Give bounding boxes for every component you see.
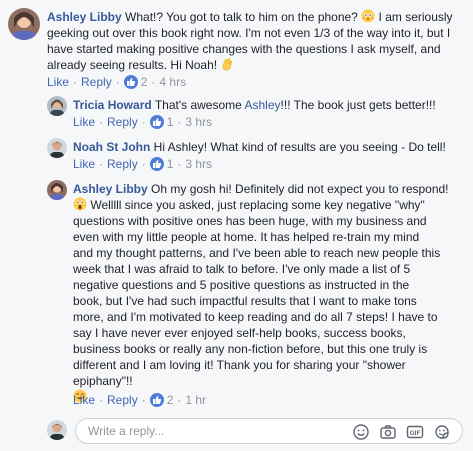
comment-text: !!! The book just gets better!!! (280, 98, 436, 112)
reaction-count[interactable]: 2 (167, 392, 174, 408)
sticker-icon[interactable] (433, 423, 451, 441)
comment-text-line: different and I am loving it! Thank you … (73, 358, 406, 372)
flushed-emoji-icon (361, 9, 375, 23)
gif-icon[interactable]: GIF (406, 423, 424, 441)
avatar-ashley-libby[interactable] (47, 180, 67, 200)
like-button[interactable]: Like (47, 74, 69, 90)
comment-actions: Like · Reply · 1 · 3 hrs (73, 114, 212, 130)
comment-text-line: say I have never ever enjoyed self-help … (73, 326, 406, 340)
separator-dot: · (141, 393, 146, 407)
comment-author[interactable]: Tricia Howard (73, 98, 152, 112)
comment-actions: Like · Reply · 1 · 3 hrs (73, 156, 212, 172)
comment-text-line: Oh my gosh hi! Definitely did not expect… (147, 182, 449, 196)
separator-dot: · (141, 115, 146, 129)
like-button[interactable]: Like (73, 156, 95, 172)
reply-button[interactable]: Reply (107, 392, 138, 408)
separator-dot: · (73, 75, 78, 89)
comment-text-line: have started making positive changes wit… (47, 42, 441, 56)
separator-dot: · (99, 115, 104, 129)
comment-text-line: and my thought patterns, and I've been a… (73, 246, 441, 260)
comment-author[interactable]: Ashley Libby (73, 182, 148, 196)
comment-text: That's awesome (151, 98, 245, 112)
comment-text-line: business books or really any non-fiction… (73, 342, 428, 356)
astonished-emoji-icon (73, 197, 87, 211)
reply-button[interactable]: Reply (107, 114, 138, 130)
avatar-current-user[interactable] (47, 420, 67, 440)
timestamp[interactable]: 1 hr (185, 392, 206, 408)
avatar-noah-st-john[interactable] (47, 138, 67, 158)
comment-text-line: week that I was afraid to talk to before… (73, 262, 411, 276)
avatar-image (8, 8, 40, 40)
avatar-image (47, 138, 67, 158)
comment-text-line: questions with positive ones has been hu… (73, 214, 427, 228)
reaction-count[interactable]: 1 (167, 114, 174, 130)
comment-actions: Like · Reply · 2 · 1 hr (73, 392, 206, 408)
separator-dot: · (177, 157, 182, 171)
svg-text:GIF: GIF (410, 430, 421, 437)
reply-button[interactable]: Reply (81, 74, 112, 90)
comment-text-line: epiphany"!! (73, 374, 133, 388)
smiley-icon[interactable] (352, 423, 370, 441)
separator-dot: · (151, 75, 156, 89)
avatar-image (47, 180, 67, 200)
separator-dot: · (99, 157, 104, 171)
thumbs-up-icon[interactable] (149, 157, 164, 171)
separator-dot: · (115, 75, 120, 89)
comment-text-line: negative questions and 5 positive questi… (73, 278, 410, 292)
timestamp[interactable]: 4 hrs (159, 74, 186, 90)
comment-text-line: book, but I've had such impactful result… (73, 294, 417, 308)
comment-text-line: already seeing results. Hi Noah! (47, 58, 221, 72)
separator-dot: · (177, 393, 182, 407)
reaction-count[interactable]: 1 (167, 156, 174, 172)
separator-dot: · (99, 393, 104, 407)
reply-placeholder: Write a reply... (88, 424, 165, 438)
separator-dot: · (141, 157, 146, 171)
comment-text-line: more, and I'm motivated to keep reading … (73, 310, 438, 324)
thumbs-up-icon[interactable] (149, 393, 164, 407)
separator-dot: · (177, 115, 182, 129)
timestamp[interactable]: 3 hrs (185, 156, 212, 172)
avatar-tricia-howard[interactable] (47, 96, 67, 116)
timestamp[interactable]: 3 hrs (185, 114, 212, 130)
comment-text-line: geeking out over this book right now. I'… (47, 26, 451, 40)
comment-text-line: I am seriously (375, 10, 453, 24)
comment-body: Ashley Libby Oh my gosh hi! Definitely d… (73, 181, 468, 405)
mention-link[interactable]: Ashley (245, 98, 281, 112)
reply-button[interactable]: Reply (107, 156, 138, 172)
comment-actions: Like · Reply · 2 · 4 hrs (47, 74, 186, 90)
avatar-image (47, 96, 67, 116)
avatar-ashley-libby[interactable] (8, 8, 40, 40)
comment-author[interactable]: Noah St John (73, 140, 150, 154)
comment-body: Tricia Howard That's awesome Ashley!!! T… (73, 97, 468, 113)
comment-body: Noah St John Hi Ashley! What kind of res… (73, 139, 468, 155)
comment-text-line: What!? You got to talk to him on the pho… (121, 10, 362, 24)
comment-body: Ashley Libby What!? You got to talk to h… (47, 9, 467, 73)
thumbs-up-icon[interactable] (149, 115, 164, 129)
reply-input[interactable]: Write a reply... GIF (75, 418, 463, 444)
reaction-count[interactable]: 2 (141, 74, 148, 90)
like-button[interactable]: Like (73, 114, 95, 130)
comment-author[interactable]: Ashley Libby (47, 10, 122, 24)
camera-icon[interactable] (379, 423, 397, 441)
like-button[interactable]: Like (73, 392, 95, 408)
waving-hand-emoji-icon (220, 57, 234, 71)
comment-text-line: even with my little people at home. It h… (73, 230, 420, 244)
avatar-image (47, 420, 67, 440)
thumbs-up-icon[interactable] (123, 75, 138, 89)
comment-text: Hi Ashley! What kind of results are you … (150, 140, 446, 154)
comment-text-line: Welllll since you asked, just replacing … (87, 198, 425, 212)
